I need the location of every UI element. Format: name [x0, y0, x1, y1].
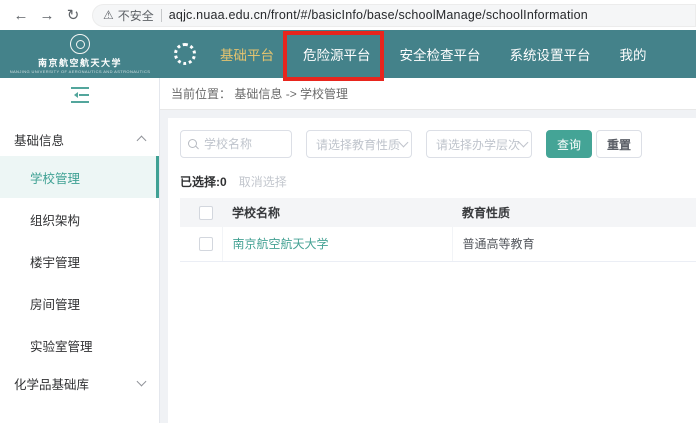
address-bar[interactable]: ⚠ 不安全 aqjc.nuaa.edu.cn/front/#/basicInfo… [92, 4, 696, 27]
sidebar-menu: 基础信息 学校管理 组织架构 楼宇管理 房间管理 实验室管理 化学品基础库 [0, 112, 159, 400]
chevron-down-icon [399, 138, 409, 148]
education-type-select[interactable]: 请选择教育性质 [306, 130, 412, 158]
main-area: 当前位置： 基础信息 -> 学校管理 请选择教育性质 请选择办学层次 查询 重置 [160, 78, 696, 423]
education-type-placeholder: 请选择教育性质 [316, 136, 400, 153]
school-level-placeholder: 请选择办学层次 [436, 136, 520, 153]
selection-info: 已选择:0 取消选择 [180, 173, 696, 190]
education-type-cell: 普通高等教育 [463, 237, 535, 251]
sidebar: 基础信息 学校管理 组织架构 楼宇管理 房间管理 实验室管理 化学品基础库 [0, 78, 160, 423]
school-name-search[interactable] [180, 130, 292, 158]
nav-tab-basic-platform[interactable]: 基础平台 [220, 44, 274, 64]
column-header-school-name: 学校名称 [222, 198, 452, 227]
university-seal-icon [70, 34, 90, 54]
reset-button[interactable]: 重置 [596, 130, 642, 158]
column-header-education-type: 教育性质 [452, 198, 696, 227]
address-bar-divider [161, 9, 162, 22]
breadcrumb-path: 基础信息 -> 学校管理 [234, 85, 348, 102]
nav-tab-system-settings-platform[interactable]: 系统设置平台 [510, 44, 591, 64]
sidebar-item-lab-manage[interactable]: 实验室管理 [0, 324, 159, 366]
sidebar-item-room-manage[interactable]: 房间管理 [0, 282, 159, 324]
table-row: 南京航空航天大学 普通高等教育 [180, 227, 696, 261]
schools-table: 学校名称 教育性质 南京航空航天大学 普通高等教育 [180, 198, 696, 262]
clear-selection-button[interactable]: 取消选择 [239, 173, 287, 190]
forward-icon[interactable]: → [34, 7, 60, 24]
sidebar-item-school-manage[interactable]: 学校管理 [0, 156, 159, 198]
university-name: 南京航空航天大学 [38, 56, 122, 69]
browser-toolbar: ← → ↻ ⚠ 不安全 aqjc.nuaa.edu.cn/front/#/bas… [0, 0, 696, 30]
breadcrumb: 当前位置： 基础信息 -> 学校管理 [160, 78, 696, 110]
sidebar-item-label: 组织架构 [30, 210, 80, 229]
sidebar-item-label: 房间管理 [30, 294, 80, 313]
refresh-icon[interactable]: ↻ [60, 6, 86, 24]
university-subtitle: NANJING UNIVERSITY OF AERONAUTICS AND AS… [10, 69, 151, 74]
school-name-link[interactable]: 南京航空航天大学 [233, 237, 329, 251]
school-level-select[interactable]: 请选择办学层次 [426, 130, 532, 158]
nav-tab-mine[interactable]: 我的 [620, 44, 647, 64]
sidebar-item-label: 实验室管理 [30, 336, 93, 355]
chevron-up-icon [137, 136, 147, 146]
sidebar-item-building-manage[interactable]: 楼宇管理 [0, 240, 159, 282]
security-warning-icon[interactable]: ⚠ [103, 8, 114, 22]
menu-fold-icon [71, 86, 89, 105]
row-checkbox[interactable] [199, 237, 213, 251]
back-icon[interactable]: ← [8, 7, 34, 24]
search-button[interactable]: 查询 [546, 130, 592, 158]
sidebar-group-basic-info[interactable]: 基础信息 [0, 122, 159, 156]
app-header: 南京航空航天大学 NANJING UNIVERSITY OF AERONAUTI… [0, 30, 696, 78]
content-panel: 请选择教育性质 请选择办学层次 查询 重置 已选择:0 取消选择 [168, 118, 696, 423]
sidebar-group-label: 基础信息 [14, 130, 64, 149]
filter-toolbar: 请选择教育性质 请选择办学层次 查询 重置 [180, 130, 696, 158]
url-text[interactable]: aqjc.nuaa.edu.cn/front/#/basicInfo/base/… [169, 8, 588, 22]
university-logo: 南京航空航天大学 NANJING UNIVERSITY OF AERONAUTI… [0, 30, 160, 78]
sidebar-group-chemical-base[interactable]: 化学品基础库 [0, 366, 159, 400]
nav-tab-safety-check-platform[interactable]: 安全检查平台 [400, 44, 481, 64]
select-all-checkbox[interactable] [199, 206, 213, 220]
loading-spinner-icon [174, 43, 196, 65]
table-header-row: 学校名称 教育性质 [180, 198, 696, 227]
chevron-down-icon [137, 377, 147, 387]
security-warning-label: 不安全 [118, 7, 154, 24]
annotation-red-box [283, 31, 384, 81]
selected-count-label: 已选择:0 [180, 173, 227, 190]
breadcrumb-prefix: 当前位置： [171, 85, 231, 102]
sidebar-item-label: 学校管理 [30, 168, 80, 187]
sidebar-item-label: 楼宇管理 [30, 252, 80, 271]
search-icon [187, 138, 199, 150]
sidebar-collapse-button[interactable] [0, 78, 159, 112]
sidebar-item-org-structure[interactable]: 组织架构 [0, 198, 159, 240]
chevron-down-icon [519, 138, 529, 148]
sidebar-group-label: 化学品基础库 [14, 374, 89, 393]
school-name-input[interactable] [204, 137, 285, 151]
